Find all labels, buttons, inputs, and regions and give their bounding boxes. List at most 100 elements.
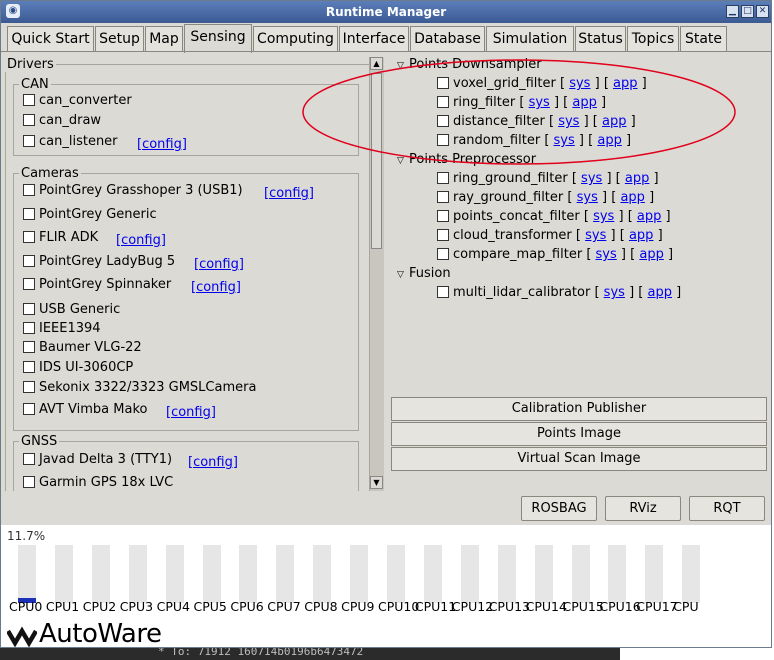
tab-setup[interactable]: Setup [95, 26, 144, 52]
checkbox[interactable] [23, 230, 35, 243]
driver-item: Javad Delta 3 (TTY1) [23, 452, 172, 467]
checkbox[interactable] [437, 247, 449, 260]
title-bar[interactable]: ◉ Runtime Manager ▁ □ ✕ [1, 1, 771, 23]
driver-item: USB Generic [23, 302, 120, 317]
app-link[interactable]: app [572, 95, 596, 110]
tab-sensing[interactable]: Sensing [184, 24, 252, 53]
checkbox[interactable] [437, 228, 449, 241]
app-link[interactable]: app [613, 76, 637, 91]
tab-topics[interactable]: Topics [627, 26, 679, 52]
expand-triangle-icon[interactable]: ▽ [397, 61, 409, 71]
checkbox[interactable] [23, 93, 35, 106]
checkbox[interactable] [23, 475, 35, 488]
driver-item: Baumer VLG-22 [23, 340, 142, 355]
checkbox[interactable] [437, 285, 449, 298]
checkbox[interactable] [437, 76, 449, 89]
driver-label: PointGrey Generic [39, 207, 157, 222]
config-link[interactable]: [config] [194, 257, 244, 272]
scroll-up-icon[interactable]: ▲ [370, 57, 383, 70]
sys-link[interactable]: sys [569, 76, 590, 91]
expand-triangle-icon[interactable]: ▽ [397, 270, 409, 280]
tab-database[interactable]: Database [410, 26, 485, 52]
driver-item: AVT Vimba Mako [23, 402, 147, 417]
scroll-thumb[interactable] [371, 73, 382, 249]
checkbox[interactable] [23, 452, 35, 465]
checkbox[interactable] [23, 340, 35, 353]
config-link[interactable]: [config] [191, 280, 241, 295]
sys-link[interactable]: sys [585, 228, 606, 243]
tab-computing[interactable]: Computing [253, 26, 338, 52]
tab-quick-start[interactable]: Quick Start [7, 26, 94, 52]
app-link[interactable]: app [648, 285, 672, 300]
config-link[interactable]: [config] [188, 455, 238, 470]
driver-label: PointGrey LadyBug 5 [39, 254, 176, 269]
tab-state[interactable]: State [680, 26, 727, 52]
sys-link[interactable]: sys [554, 133, 575, 148]
checkbox[interactable] [23, 321, 35, 334]
sys-link[interactable]: sys [604, 285, 625, 300]
tree-item: ring_ground_filter [ sys ] [ app ] [437, 171, 659, 186]
app-link[interactable]: app [597, 133, 621, 148]
checkbox[interactable] [23, 380, 35, 393]
app-link[interactable]: app [639, 247, 663, 262]
config-link[interactable]: [config] [116, 233, 166, 248]
checkbox[interactable] [23, 113, 35, 126]
checkbox[interactable] [23, 360, 35, 373]
tab-simulation[interactable]: Simulation [486, 26, 574, 52]
rosbag-button[interactable]: ROSBAG [521, 496, 597, 521]
config-link[interactable]: [config] [264, 186, 314, 201]
tab-status[interactable]: Status [575, 26, 626, 52]
config-link[interactable]: [config] [166, 405, 216, 420]
tree-group-header[interactable]: ▽ Fusion [397, 266, 451, 281]
sys-link[interactable]: sys [558, 114, 579, 129]
tree-item-label: ring_filter [453, 95, 516, 110]
checkbox[interactable] [437, 209, 449, 222]
app-link[interactable]: app [637, 209, 661, 224]
calibration-publisher-button[interactable]: Calibration Publisher [391, 397, 767, 421]
tab-map[interactable]: Map [145, 26, 183, 52]
app-link[interactable]: app [629, 228, 653, 243]
checkbox[interactable] [23, 402, 35, 415]
checkbox[interactable] [437, 114, 449, 127]
virtual-scan-image-button[interactable]: Virtual Scan Image [391, 447, 767, 471]
cpu-bar [202, 545, 221, 603]
app-link[interactable]: app [602, 114, 626, 129]
checkbox[interactable] [437, 133, 449, 146]
driver-label: Garmin GPS 18x LVC [39, 475, 174, 490]
config-link[interactable]: [config] [137, 137, 187, 152]
close-icon[interactable]: ✕ [756, 5, 769, 18]
tab-interface[interactable]: Interface [339, 26, 409, 52]
bracket-close: ] [625, 133, 632, 148]
app-link[interactable]: app [620, 190, 644, 205]
checkbox[interactable] [437, 95, 449, 108]
checkbox[interactable] [437, 190, 449, 203]
driver-item: can_listener [23, 134, 118, 149]
tree-group-header[interactable]: ▽ Points Preprocessor [397, 152, 536, 167]
minimize-icon[interactable]: ▁ [726, 5, 739, 18]
tree-group-header[interactable]: ▽ Points Downsampler [397, 57, 542, 72]
checkbox[interactable] [23, 207, 35, 220]
checkbox[interactable] [437, 171, 449, 184]
scroll-down-icon[interactable]: ▼ [370, 476, 383, 489]
sys-link[interactable]: sys [577, 190, 598, 205]
rqt-button[interactable]: RQT [689, 496, 765, 521]
sys-link[interactable]: sys [593, 209, 614, 224]
checkbox[interactable] [23, 183, 35, 196]
driver-label: AVT Vimba Mako [39, 402, 148, 417]
app-link[interactable]: app [625, 171, 649, 186]
checkbox[interactable] [23, 277, 35, 290]
points-image-button[interactable]: Points Image [391, 422, 767, 446]
sys-link[interactable]: sys [596, 247, 617, 262]
tree-item-label: ray_ground_filter [453, 190, 564, 205]
sys-link[interactable]: sys [581, 171, 602, 186]
rviz-button[interactable]: RViz [605, 496, 681, 521]
checkbox[interactable] [23, 302, 35, 315]
checkbox[interactable] [23, 254, 35, 267]
sys-link[interactable]: sys [529, 95, 550, 110]
maximize-icon[interactable]: □ [741, 5, 754, 18]
drivers-scrollbar[interactable]: ▲ ▼ [369, 57, 384, 491]
expand-triangle-icon[interactable]: ▽ [397, 156, 409, 166]
bracket-open: [ [627, 209, 633, 224]
checkbox[interactable] [23, 134, 35, 147]
cpu-label: CPU12 [451, 599, 494, 614]
